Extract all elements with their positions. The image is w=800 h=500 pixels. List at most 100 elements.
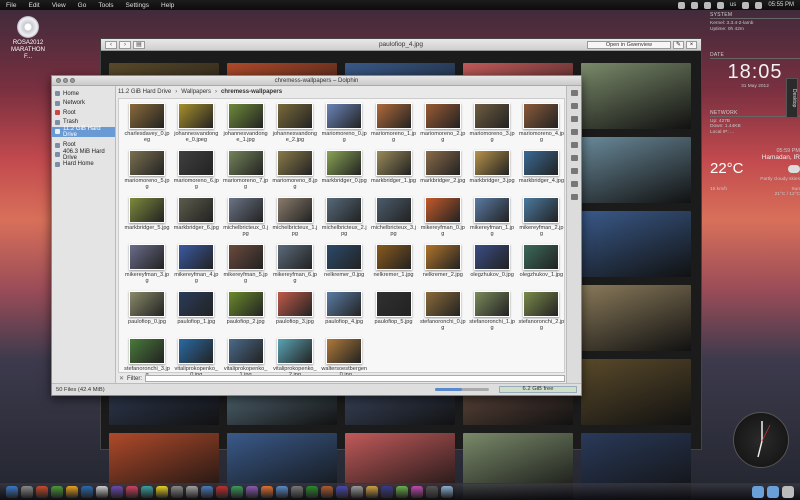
open-in-gwenview-button[interactable]: Open in Gwenview <box>586 40 671 49</box>
menu-tools[interactable]: Tools <box>98 2 113 9</box>
place-hard-drive-11gib[interactable]: 11.2 GiB Hard Drive <box>52 126 115 138</box>
dock-app-icon[interactable] <box>336 486 348 498</box>
place-root[interactable]: Root <box>52 108 115 118</box>
wifi-icon[interactable] <box>755 1 763 9</box>
file-item[interactable]: markbridger_6.jpg <box>172 197 220 231</box>
arrow-up-icon[interactable] <box>570 116 578 122</box>
menu-edit[interactable]: Edit <box>28 2 39 9</box>
file-item[interactable]: michelbricteux_1.jpg <box>271 197 319 238</box>
file-item[interactable]: mariomoreno_8.jpg <box>271 150 319 191</box>
dock-app-icon[interactable] <box>216 486 228 498</box>
file-item[interactable]: vitaliprokopenko_0.jpg <box>172 338 220 379</box>
file-item[interactable]: mikereyfman_3.jpg <box>123 244 171 285</box>
file-item[interactable]: mariomoreno_3.jpg <box>468 103 516 144</box>
arrow-right-icon[interactable] <box>570 103 578 109</box>
gwenview-thumbnail[interactable] <box>581 137 691 203</box>
file-item[interactable]: paulofiop_2.jpg <box>222 291 270 325</box>
place-home[interactable]: Home <box>52 89 115 99</box>
dock-app-icon[interactable] <box>156 486 168 498</box>
file-item[interactable]: mikereyfman_4.jpg <box>172 244 220 285</box>
file-item[interactable]: mikereyfman_1.jpg <box>468 197 516 238</box>
breadcrumb-current[interactable]: chremess-wallpapers <box>221 89 282 95</box>
dock-app-icon[interactable] <box>96 486 108 498</box>
breadcrumb-wallpapers[interactable]: Wallpapers <box>181 89 211 95</box>
breadcrumb-drive[interactable]: 11.2 GiB Hard Drive <box>118 89 171 95</box>
file-item[interactable]: waltersoestbergen_0.jpg <box>320 338 368 379</box>
dock-app-icon[interactable] <box>81 486 93 498</box>
file-item[interactable]: markbridger_3.jpg <box>468 150 516 184</box>
file-item[interactable]: vitaliprokopenko_2.jpg <box>271 338 319 379</box>
file-item[interactable]: markbridger_2.jpg <box>419 150 467 184</box>
file-item[interactable]: vitaliprokopenko_1.jpg <box>222 338 270 379</box>
dock-app-icon[interactable] <box>411 486 423 498</box>
dock-app-icon[interactable] <box>381 486 393 498</box>
dock-app-icon[interactable] <box>441 486 453 498</box>
menu-help[interactable]: Help <box>161 2 174 9</box>
gwenview-thumbnail[interactable] <box>581 359 691 425</box>
dock-app-icon[interactable] <box>396 486 408 498</box>
file-item[interactable]: stefanoronchi_3.jpg <box>123 338 171 379</box>
back-icon[interactable]: ‹ <box>105 40 117 49</box>
close-icon[interactable]: × <box>686 40 697 49</box>
file-item[interactable]: johannesvandonge_0.jpeg <box>172 103 220 144</box>
menu-settings[interactable]: Settings <box>126 2 150 9</box>
file-item[interactable]: michelbricteux_3.jpg <box>370 197 418 238</box>
network-icon[interactable] <box>703 1 711 9</box>
maximize-window-button[interactable] <box>70 78 75 83</box>
bluetooth-icon[interactable] <box>742 1 750 9</box>
dock-app-icon[interactable] <box>201 486 213 498</box>
dock-app-icon[interactable] <box>261 486 273 498</box>
filter-input[interactable] <box>145 375 566 382</box>
dock-app-icon[interactable] <box>246 486 258 498</box>
desktop-disc-icon[interactable]: ROSA2012 MARATHON F... <box>8 16 48 61</box>
file-item[interactable]: olegzhukov_1.jpg <box>517 244 565 278</box>
thumbnail-bar-icon[interactable]: ▤ <box>133 40 145 49</box>
file-item[interactable]: mikereyfman_5.jpg <box>222 244 270 285</box>
desktop-dashboard-tab[interactable]: Desktop <box>786 78 798 118</box>
gwenview-thumbnail[interactable] <box>581 211 691 277</box>
icons-view-icon[interactable] <box>570 129 578 135</box>
dock-app-icon[interactable] <box>66 486 78 498</box>
dock-app-icon[interactable] <box>366 486 378 498</box>
folder-icon[interactable] <box>767 486 779 498</box>
file-item[interactable]: nelkremer_0.jpg <box>320 244 368 278</box>
trash-icon[interactable] <box>782 486 794 498</box>
dolphin-titlebar[interactable]: chremess-wallpapers – Dolphin <box>52 76 581 86</box>
dock-app-icon[interactable] <box>51 486 63 498</box>
split-view-icon[interactable] <box>570 194 578 200</box>
file-item[interactable]: paulofiop_4.jpg <box>320 291 368 325</box>
dock-app-icon[interactable] <box>36 486 48 498</box>
file-item[interactable]: nelkremer_2.jpg <box>419 244 467 278</box>
file-item[interactable]: mikereyfman_0.jpg <box>419 197 467 238</box>
dock-app-icon[interactable] <box>21 486 33 498</box>
dock-app-icon[interactable] <box>306 486 318 498</box>
file-item[interactable]: mikereyfman_2.jpg <box>517 197 565 238</box>
place-hard-home[interactable]: Hard Home <box>52 160 115 170</box>
search-icon[interactable] <box>570 168 578 174</box>
file-item[interactable]: markbridger_5.jpg <box>123 197 171 231</box>
file-item[interactable]: paulofiop_0.jpg <box>123 291 171 325</box>
dock-app-icon[interactable] <box>126 486 138 498</box>
file-item[interactable]: stefanoronchi_1.jpg <box>468 291 516 332</box>
apple-icon[interactable] <box>677 1 685 9</box>
file-item[interactable]: michelbricteux_2.jpg <box>320 197 368 238</box>
edit-icon[interactable]: ✎ <box>673 40 684 49</box>
file-item[interactable]: olegzhukov_0.jpg <box>468 244 516 278</box>
file-item[interactable]: markbridger_0.jpg <box>320 150 368 184</box>
file-item[interactable]: michelbricteux_0.jpg <box>222 197 270 238</box>
volume-icon[interactable] <box>716 1 724 9</box>
file-item[interactable]: mikereyfman_6.jpg <box>271 244 319 285</box>
place-network[interactable]: Network <box>52 99 115 109</box>
arrow-left-icon[interactable] <box>570 90 578 96</box>
battery-icon[interactable] <box>690 1 698 9</box>
close-window-button[interactable] <box>56 78 61 83</box>
file-item[interactable]: stefanoronchi_2.jpg <box>517 291 565 332</box>
close-filter-icon[interactable]: ✕ <box>119 375 124 382</box>
file-item[interactable]: mariomoreno_6.jpg <box>172 150 220 191</box>
dock-app-icon[interactable] <box>291 486 303 498</box>
file-item[interactable]: markbridger_1.jpg <box>370 150 418 184</box>
dock-app-icon[interactable] <box>426 486 438 498</box>
columns-view-icon[interactable] <box>570 155 578 161</box>
file-item[interactable]: markbridger_4.jpg <box>517 150 565 184</box>
file-item[interactable]: johannesvandonge_1.jpg <box>222 103 270 144</box>
